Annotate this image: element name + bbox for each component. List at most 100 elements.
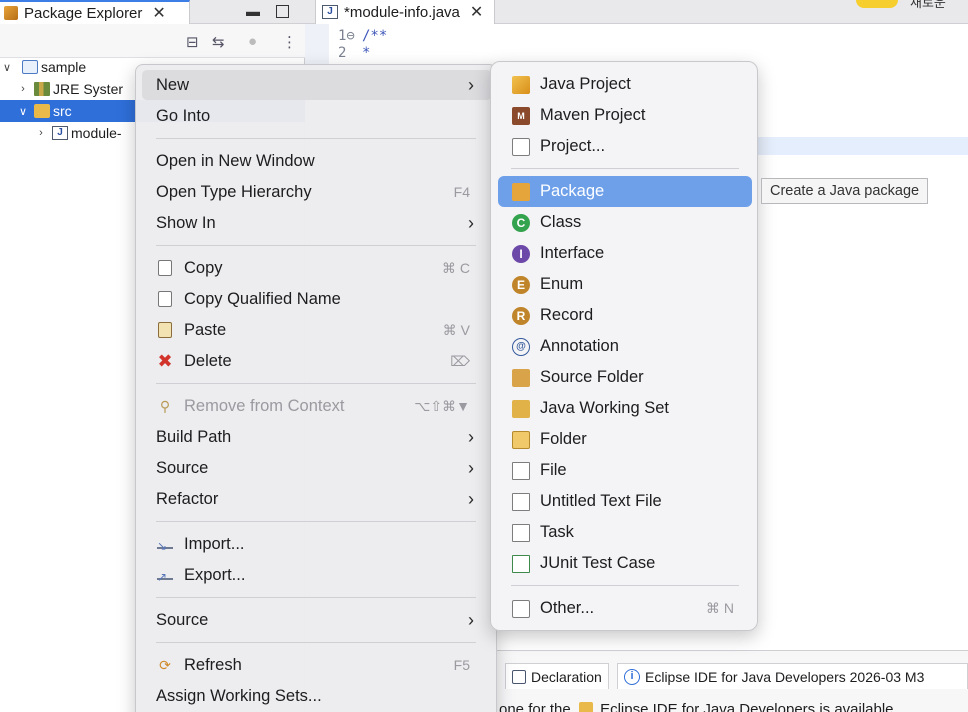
menu-item-import[interactable]: ↘ Import...: [142, 529, 492, 559]
menu-item-label: Import...: [184, 534, 245, 553]
task-icon: [512, 523, 530, 542]
maven-project-icon: M: [512, 106, 530, 125]
menu-item-new[interactable]: New ›: [142, 70, 492, 100]
context-menu: New › Go Into Open in New Window Open Ty…: [135, 64, 497, 712]
menu-item-label: Paste: [184, 320, 227, 339]
close-icon[interactable]: ✕: [470, 2, 483, 22]
submenu-item-untitled-text-file[interactable]: Untitled Text File: [498, 486, 752, 517]
chevron-right-icon: ›: [468, 212, 474, 233]
submenu-item-package[interactable]: Package: [498, 176, 752, 207]
notification-text: 새로운: [910, 0, 946, 10]
menu-item-refresh[interactable]: ⟳ Refresh F5: [142, 650, 492, 680]
menu-item-label: Export...: [184, 565, 246, 584]
submenu-separator: [511, 168, 739, 169]
expand-twisty-icon[interactable]: ∨: [0, 61, 14, 74]
menu-item-label: Delete: [184, 351, 232, 370]
menu-item-label: Show In: [156, 213, 216, 232]
menu-item-label: Assign Working Sets...: [156, 686, 322, 705]
submenu-item-junit-test-case[interactable]: JUnit Test Case: [498, 548, 752, 579]
submenu-item-enum[interactable]: E Enum: [498, 269, 752, 300]
expand-twisty-icon[interactable]: ∨: [16, 105, 30, 118]
chevron-right-icon: ›: [468, 488, 474, 509]
submenu-item-source-folder[interactable]: Source Folder: [498, 362, 752, 393]
menu-item-source[interactable]: Source ›: [142, 453, 492, 483]
collapse-all-icon[interactable]: ⊟: [186, 33, 199, 51]
menu-item-go-into[interactable]: Go Into: [142, 101, 492, 131]
menu-shortcut: ⌘ V: [442, 321, 470, 338]
submenu-item-label: Class: [540, 213, 582, 231]
tab-package-explorer[interactable]: Package Explorer ✕: [0, 0, 190, 24]
menu-item-label: Build Path: [156, 427, 232, 446]
refresh-icon: ⟳: [159, 656, 171, 673]
tab-eclipse-info[interactable]: i Eclipse IDE for Java Developers 2026-0…: [617, 663, 968, 689]
menu-item-build-path[interactable]: Build Path ›: [142, 422, 492, 452]
notification-badge[interactable]: [856, 0, 898, 8]
update-message: one for the Eclipse IDE for Java Develop…: [497, 701, 894, 712]
library-icon: [34, 82, 50, 96]
source-folder-icon: [512, 368, 530, 387]
submenu-item-task[interactable]: Task: [498, 517, 752, 548]
menu-shortcut: F5: [453, 657, 470, 673]
menu-item-export[interactable]: ↗ Export...: [142, 560, 492, 590]
submenu-item-java-project[interactable]: Java Project: [498, 69, 752, 100]
tab-declaration[interactable]: Declaration: [505, 663, 609, 689]
menu-item-copy[interactable]: Copy ⌘ C: [142, 253, 492, 283]
chevron-right-icon: ›: [468, 609, 474, 630]
submenu-item-annotation[interactable]: @ Annotation: [498, 331, 752, 362]
java-file-icon: J: [52, 126, 68, 140]
info-icon: i: [624, 668, 640, 685]
menu-shortcut: ⌦: [450, 352, 470, 369]
class-icon: C: [512, 213, 530, 232]
source-folder-icon: [34, 104, 50, 118]
menu-item-refactor[interactable]: Refactor ›: [142, 484, 492, 514]
menu-item-show-in[interactable]: Show In ›: [142, 208, 492, 238]
package-explorer-title: Package Explorer: [24, 4, 143, 22]
menu-item-copy-qualified-name[interactable]: Copy Qualified Name: [142, 284, 492, 314]
menu-item-open-in-new-window[interactable]: Open in New Window: [142, 146, 492, 176]
menu-item-source-2[interactable]: Source ›: [142, 605, 492, 635]
expand-twisty-icon[interactable]: ›: [34, 127, 48, 139]
menu-item-paste[interactable]: Paste ⌘ V: [142, 315, 492, 345]
close-icon[interactable]: ✕: [152, 3, 165, 23]
java-file-icon: J: [322, 5, 338, 19]
submenu-item-label: Enum: [540, 275, 584, 293]
file-icon: [512, 461, 530, 480]
submenu-item-interface[interactable]: I Interface: [498, 238, 752, 269]
folder-icon: [512, 430, 530, 449]
submenu-item-project[interactable]: Project...: [498, 131, 752, 162]
maximize-view-icon[interactable]: [276, 5, 289, 18]
submenu-item-label: Java Project: [540, 75, 631, 93]
other-wizard-icon: [512, 599, 530, 618]
submenu-item-label: Source Folder: [540, 368, 644, 386]
tab-module-info[interactable]: J *module-info.java ✕: [315, 0, 495, 24]
submenu-item-class[interactable]: C Class: [498, 207, 752, 238]
menu-item-remove-from-context[interactable]: ⚲ Remove from Context ⌥⇧⌘▼: [142, 391, 492, 421]
submenu-item-record[interactable]: R Record: [498, 300, 752, 331]
expand-twisty-icon[interactable]: ›: [16, 83, 30, 95]
line-number: 1⊖: [338, 28, 355, 44]
submenu-item-label: Project...: [540, 137, 606, 155]
info-tab-label: Eclipse IDE for Java Developers 2026-03 …: [645, 668, 925, 685]
menu-item-assign-working-sets[interactable]: Assign Working Sets...: [142, 681, 492, 711]
menu-separator: [156, 245, 476, 246]
submenu-item-label: Annotation: [540, 337, 619, 355]
submenu-item-folder[interactable]: Folder: [498, 424, 752, 455]
code-line: *: [362, 45, 371, 61]
menu-item-open-type-hierarchy[interactable]: Open Type Hierarchy F4: [142, 177, 492, 207]
submenu-item-java-working-set[interactable]: Java Working Set: [498, 393, 752, 424]
menu-item-delete[interactable]: ✖ Delete ⌦: [142, 346, 492, 376]
link-with-editor-icon[interactable]: ⇆: [212, 33, 225, 51]
paste-icon: [156, 321, 174, 339]
submenu-item-file[interactable]: File: [498, 455, 752, 486]
submenu-item-maven-project[interactable]: M Maven Project: [498, 100, 752, 131]
remove-from-context-icon: ⚲: [159, 397, 171, 414]
menu-item-label: Source: [156, 458, 209, 477]
menu-separator: [156, 383, 476, 384]
submenu-separator: [511, 585, 739, 586]
view-menu-icon[interactable]: ⋮: [282, 33, 297, 51]
focus-icon[interactable]: ●: [248, 33, 257, 50]
submenu-item-other[interactable]: Other... ⌘ N: [498, 593, 752, 624]
tree-item-label: sample: [41, 59, 87, 75]
annotation-icon: @: [512, 337, 530, 356]
minimize-view-icon[interactable]: ▬: [246, 3, 260, 19]
